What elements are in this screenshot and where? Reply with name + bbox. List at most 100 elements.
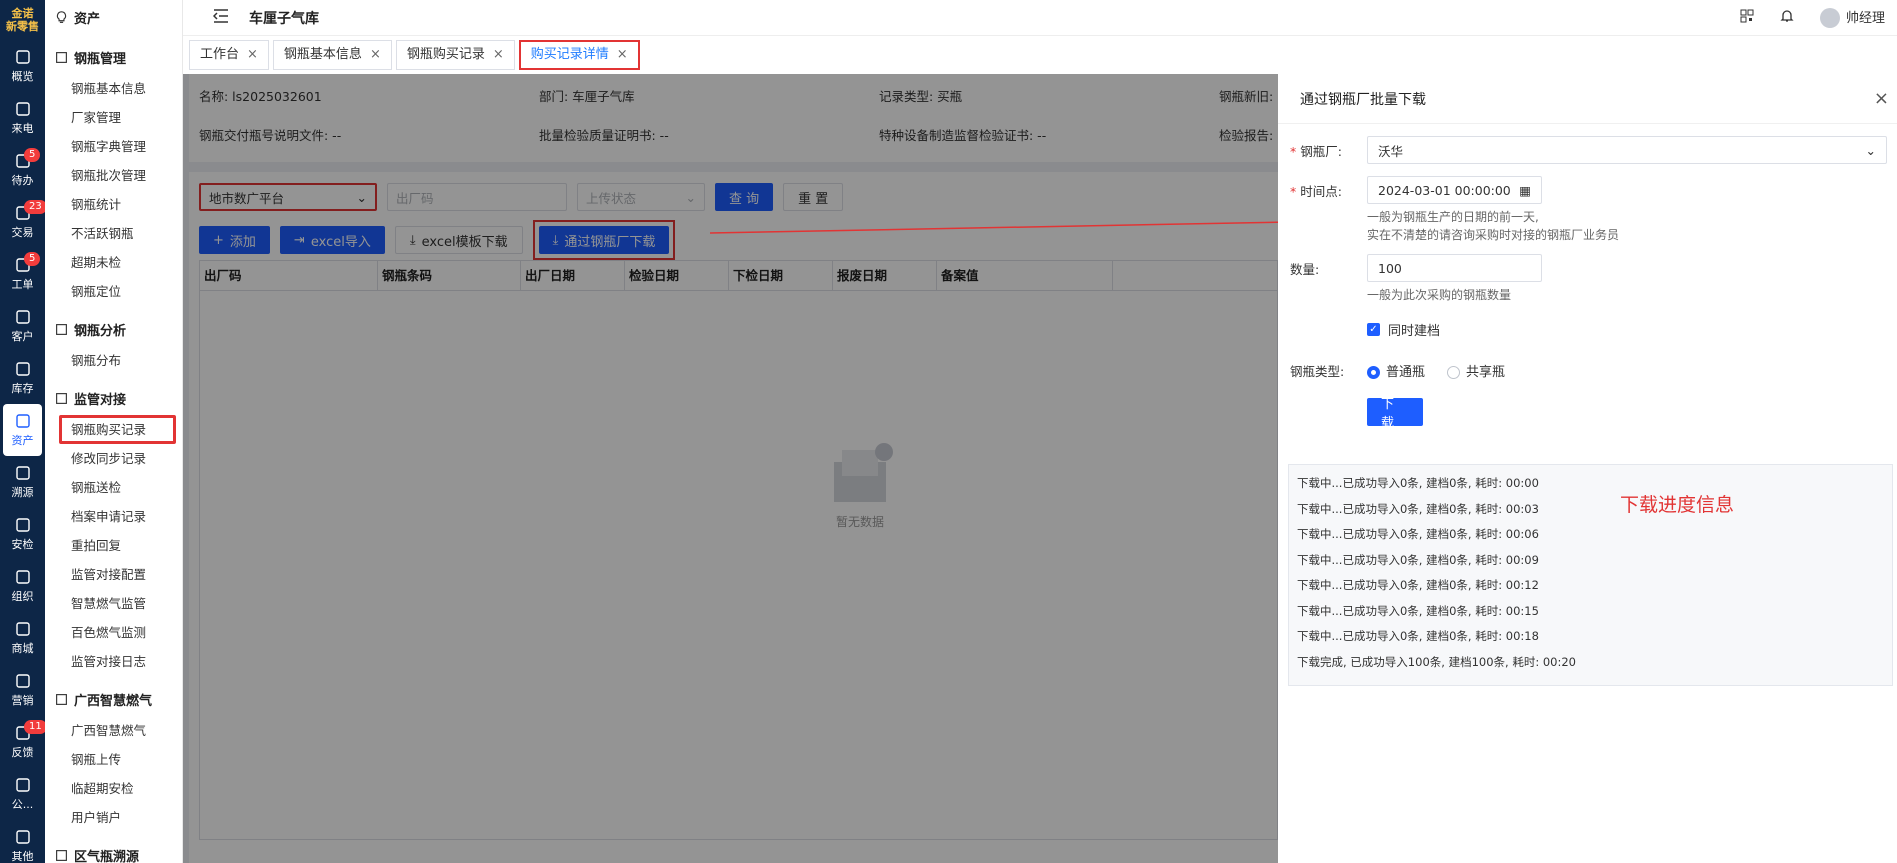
rail-label: 公... <box>11 797 34 811</box>
log-line: 下载中...已成功导入0条, 建档0条, 耗时: 00:00 <box>1297 476 1539 490</box>
sidebar-item[interactable]: 钢瓶分布 <box>45 346 182 375</box>
sidebar-item[interactable]: 广西智慧燃气 <box>45 716 182 745</box>
close-icon[interactable]: × <box>370 41 381 69</box>
sidebar-section-1[interactable]: 钢瓶分析 <box>45 312 182 346</box>
menu-fold-icon[interactable] <box>203 8 239 27</box>
brand-line2: 新零售 <box>6 20 39 33</box>
sidebar: 资产 钢瓶管理 钢瓶基本信息 厂家管理 钢瓶字典管理 钢瓶批次管理 钢瓶统计 不活跃钢瓶 超期… <box>45 0 183 863</box>
rail-item-4[interactable]: 工单 5 <box>0 248 45 300</box>
rail-item-8[interactable]: 溯源 <box>0 456 45 508</box>
tab-label: 钢瓶购买记录 <box>406 47 485 62</box>
sidebar-item[interactable]: 钢瓶统计 <box>45 190 182 219</box>
modal-mask[interactable] <box>183 74 1278 863</box>
sidebar-section-0[interactable]: 钢瓶管理 <box>45 40 182 74</box>
qty-label: 数量: <box>1290 261 1320 277</box>
rail-item-2[interactable]: 待办 5 <box>0 144 45 196</box>
close-icon[interactable]: × <box>247 41 258 69</box>
tab-1[interactable]: 钢瓶基本信息 × <box>272 40 392 70</box>
chart-icon <box>15 49 30 64</box>
org-icon <box>15 569 30 584</box>
section-icon <box>56 323 67 335</box>
avatar <box>1819 8 1840 29</box>
batch-download-drawer: 通过钢瓶厂批量下载 × * 钢瓶厂: 沃华 ⌄ * 时间点: 2024-03-01 0… <box>1278 74 1897 863</box>
brand-line1: 金诺 <box>11 7 34 20</box>
user-menu[interactable]: 帅经理 <box>1819 7 1885 29</box>
sidebar-section-4[interactable]: 区气瓶溯源 <box>45 838 182 863</box>
rail-item-6[interactable]: 库存 <box>0 352 45 404</box>
rail-item-10[interactable]: 组织 <box>0 560 45 612</box>
shield-icon <box>15 517 30 532</box>
log-line: 下载中...已成功导入0条, 建档0条, 耗时: 00:09 <box>1297 552 1539 567</box>
rail-item-12[interactable]: 营销 <box>0 664 45 716</box>
bulb-icon <box>56 10 67 23</box>
sidebar-section-3[interactable]: 广西智慧燃气 <box>45 682 182 716</box>
sidebar-item[interactable]: 钢瓶字典管理 <box>45 132 182 161</box>
sidebar-section-2[interactable]: 监管对接 <box>45 381 182 415</box>
rail-item-11[interactable]: 商城 <box>0 612 45 664</box>
rail-item-0[interactable]: 概览 <box>0 40 45 92</box>
factory-select[interactable]: 沃华 ⌄ <box>1367 136 1887 164</box>
time-value: 2024-03-01 00:00:00 <box>1378 182 1511 198</box>
rail-label: 来电 <box>11 121 34 135</box>
factory-label-text: 钢瓶厂: <box>1300 143 1342 159</box>
type-radio-shared[interactable]: 共享瓶 <box>1447 361 1505 380</box>
rail-label: 工单 <box>11 277 34 291</box>
type-opt2: 共享瓶 <box>1466 365 1506 380</box>
sidebar-item[interactable]: 修改同步记录 <box>45 444 182 473</box>
close-icon[interactable]: × <box>1874 88 1889 109</box>
drawer-title: 通过钢瓶厂批量下载 <box>1300 91 1426 108</box>
time-picker[interactable]: 2024-03-01 00:00:00 ▦ <box>1367 176 1542 204</box>
rail-item-13[interactable]: 反馈 11 <box>0 716 47 768</box>
sidebar-item[interactable]: 临超期安检 <box>45 774 182 803</box>
type-radio-normal[interactable]: 普通瓶 <box>1367 361 1425 380</box>
sidebar-item[interactable]: 钢瓶批次管理 <box>45 161 182 190</box>
download-button[interactable]: 下 载 <box>1367 397 1423 431</box>
qty-input[interactable]: 100 <box>1367 254 1542 282</box>
megaphone-icon <box>15 777 30 792</box>
sidebar-item[interactable]: 重拍回复 <box>45 531 182 560</box>
tab-3[interactable]: 购买记录详情 × <box>518 40 640 70</box>
close-icon[interactable]: × <box>617 41 628 69</box>
rail-label: 客户 <box>11 329 34 343</box>
sidebar-item[interactable]: 智慧燃气监管 <box>45 589 182 618</box>
sidebar-item[interactable]: 钢瓶送检 <box>45 473 182 502</box>
rail-item-14[interactable]: 公... <box>0 768 45 820</box>
sidebar-item[interactable]: 超期未检 <box>45 248 182 277</box>
sidebar-item[interactable]: 钢瓶基本信息 <box>45 74 182 103</box>
annotation-arrow-1 <box>709 216 1300 234</box>
rail-item-3[interactable]: 交易 23 <box>0 196 47 248</box>
log-line: 下载中...已成功导入0条, 建档0条, 耗时: 00:18 <box>1297 629 1539 643</box>
sidebar-item[interactable]: 用户销户 <box>45 803 182 832</box>
log-line: 下载中...已成功导入0条, 建档0条, 耗时: 00:03 <box>1297 501 1539 516</box>
sidebar-item[interactable]: 百色燃气监测 <box>45 618 182 647</box>
sidebar-item[interactable]: 不活跃钢瓶 <box>45 219 182 248</box>
section-icon <box>56 849 67 861</box>
sidebar-item[interactable]: 钢瓶购买记录 <box>59 415 176 444</box>
bell-icon[interactable] <box>1780 9 1794 27</box>
rail-label: 营销 <box>11 693 34 707</box>
sidebar-item[interactable]: 厂家管理 <box>45 103 182 132</box>
qty-hint: 一般为此次采购的钢瓶数量 <box>1367 288 1512 302</box>
archive-checkbox[interactable]: ✓ 同时建档 <box>1278 320 1897 339</box>
rail-item-1[interactable]: 来电 <box>0 92 45 144</box>
qrcode-icon[interactable] <box>1740 9 1754 27</box>
sidebar-item[interactable]: 钢瓶上传 <box>45 745 182 774</box>
rail-item-7[interactable]: 资产 <box>3 404 42 456</box>
sidebar-item[interactable]: 档案申请记录 <box>45 502 182 531</box>
tab-2[interactable]: 钢瓶购买记录 × <box>395 40 515 70</box>
sidebar-item[interactable]: 监管对接配置 <box>45 560 182 589</box>
tab-0[interactable]: 工作台 × <box>189 40 269 70</box>
rail-label: 交易 <box>11 225 34 239</box>
rail-label: 资产 <box>11 433 34 447</box>
tab-label: 工作台 <box>200 47 240 62</box>
sidebar-item[interactable]: 监管对接日志 <box>45 647 182 676</box>
customer-icon <box>15 309 30 324</box>
rail-badge: 11 <box>24 720 47 734</box>
rail-label: 组织 <box>11 589 34 603</box>
rail-item-5[interactable]: 客户 <box>0 300 45 352</box>
rail-label: 反馈 <box>11 745 34 759</box>
rail-item-9[interactable]: 安检 <box>0 508 45 560</box>
sidebar-item[interactable]: 钢瓶定位 <box>45 277 182 306</box>
close-icon[interactable]: × <box>493 41 504 69</box>
rail-item-15[interactable]: 其他 <box>0 820 45 863</box>
